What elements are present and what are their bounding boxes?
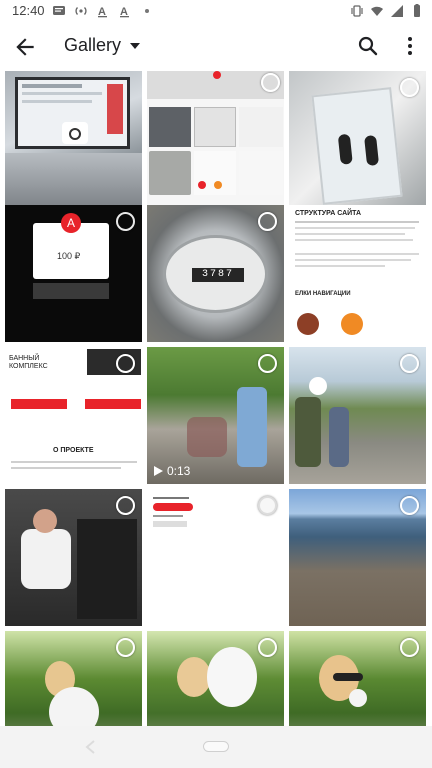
photo-earphones-package[interactable] [289,71,426,208]
caret-down-icon [130,42,141,49]
select-circle[interactable] [400,354,419,373]
select-circle[interactable] [116,496,135,515]
select-circle[interactable] [116,212,135,231]
video-crowd-street[interactable]: 0:13 [147,347,284,484]
screenshot-project-page[interactable]: БАННЫЙ КОМПЛЕКС О ПРОЕКТЕ [5,347,142,484]
navigation-bar [0,726,432,768]
select-circle[interactable] [400,496,419,515]
status-left-icons: A A [52,4,154,18]
font-icon-b: A [120,6,129,18]
nav-back-icon[interactable] [84,740,98,754]
select-circle[interactable] [258,212,277,231]
screenshot-site-structure[interactable]: СТРУКТУРА САЙТА ЕЛКИ НАВИГАЦИИ [289,205,426,342]
dot-icon [145,9,149,13]
search-icon[interactable] [356,34,380,58]
video-badge: 0:13 [153,464,190,478]
status-time: 12:40 [12,3,45,18]
select-circle[interactable] [116,354,135,373]
project-about: О ПРОЕКТЕ [53,447,94,454]
select-circle[interactable] [400,78,419,97]
arrow-back-icon[interactable] [12,34,38,60]
meter-digits: 3787 [192,268,244,282]
select-circle[interactable] [258,638,277,657]
select-circle[interactable] [400,638,419,657]
photo-woman-cotton-candy-3[interactable] [289,631,426,726]
app-bar: Gallery [0,22,432,72]
photo-woman-cotton-candy-1[interactable] [5,631,142,726]
select-circle[interactable] [261,73,280,92]
screenshot-bank-app[interactable]: A 100 ₽ [5,205,142,342]
palette-circle-orange [341,313,363,335]
play-icon [154,466,163,476]
battery-icon [414,4,420,17]
signal-icon [391,5,403,17]
status-bar: 12:40 A A [0,0,432,22]
bank-logo: A [61,213,81,233]
photo-laptop-screen[interactable] [5,71,142,208]
media-grid: A 100 ₽ 3787 СТРУКТУРА САЙТА ЕЛКИ НАВИГА… [5,71,427,726]
palette-circle-brown [297,313,319,335]
structure-title: СТРУКТУРА САЙТА [295,210,362,217]
vibrate-icon [351,5,363,17]
status-right-icons [350,4,424,18]
laptop-keyboard-shape [5,153,142,208]
camera-icon [62,122,88,144]
select-circle[interactable] [116,638,135,657]
photo-crowd-park[interactable] [289,347,426,484]
page-title: Gallery [64,35,122,55]
album-selector[interactable]: Gallery [64,35,141,56]
screenshot-blank-list[interactable] [147,489,284,626]
screenshot-multiple-images[interactable] [147,71,284,208]
more-vert-icon[interactable] [398,34,422,58]
photo-man-gesturing[interactable] [5,489,142,626]
select-circle[interactable] [258,496,277,515]
palette-title: ЕЛКИ НАВИГАЦИИ [295,291,351,297]
select-circle[interactable] [258,354,277,373]
photo-electric-meter[interactable]: 3787 [147,205,284,342]
radio-icon [75,7,87,15]
message-icon [53,6,65,15]
photo-woman-cotton-candy-2[interactable] [147,631,284,726]
font-icon-a: A [98,6,107,18]
video-duration: 0:13 [167,464,191,478]
nav-home-pill[interactable] [203,741,229,752]
photo-riverbank[interactable] [289,489,426,626]
banner-word: БАННЫЙ КОМПЛЕКС [9,355,48,370]
wifi-icon [371,6,383,16]
